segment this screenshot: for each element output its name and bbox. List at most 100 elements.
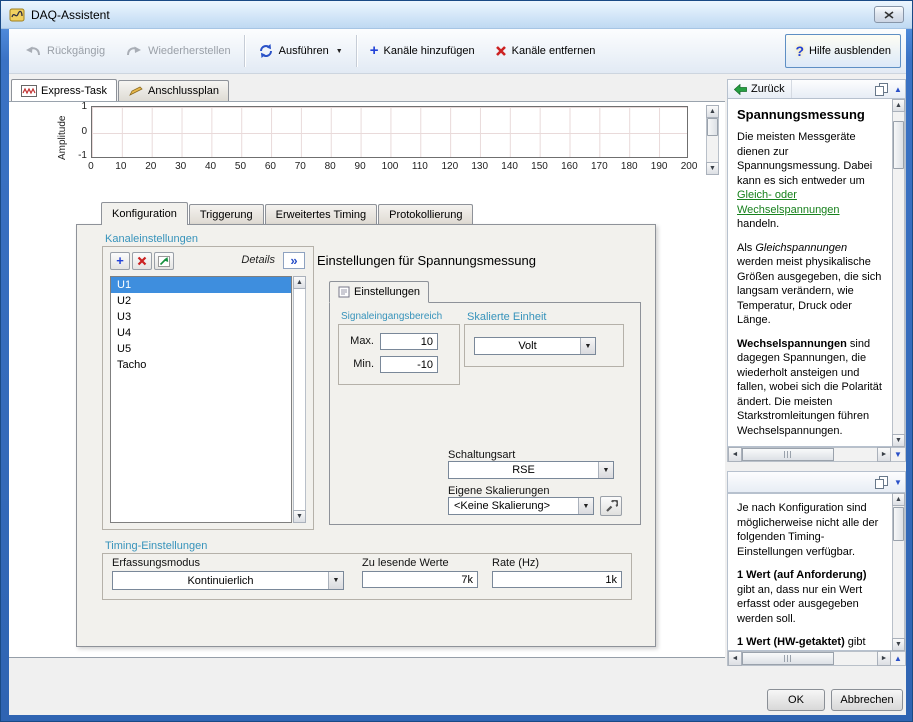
scroll-down-button[interactable]: ▼ xyxy=(706,162,719,175)
tab-konfiguration[interactable]: Konfiguration xyxy=(101,202,188,225)
chart-x-tick: 90 xyxy=(354,161,366,172)
tab-anschlussplan-label: Anschlussplan xyxy=(148,85,219,97)
scroll-thumb[interactable] xyxy=(893,121,904,169)
help-text: werden meist physikalische Größen ausgeg… xyxy=(737,256,882,327)
help-paragraph: Wechselspannungen sind dagegen Spannunge… xyxy=(737,337,883,439)
max-input[interactable] xyxy=(380,333,438,350)
chart-x-tick: 180 xyxy=(620,161,638,172)
terminal-config-label: Schaltungsart xyxy=(448,449,516,461)
help-copy-button[interactable] xyxy=(871,80,891,98)
scroll-thumb[interactable] xyxy=(742,448,834,461)
help2-collapse-up-button[interactable]: ▲ xyxy=(891,652,905,665)
run-button[interactable]: Ausführen ▼ xyxy=(248,34,353,68)
run-dropdown-caret[interactable]: ▼ xyxy=(336,48,343,55)
scroll-right-button[interactable]: ► xyxy=(877,447,891,462)
chart-x-tick: 130 xyxy=(471,161,489,172)
channel-list-item[interactable]: U1 xyxy=(111,277,291,293)
rate-input[interactable] xyxy=(492,571,622,588)
chevron-down-icon[interactable]: ▼ xyxy=(578,498,593,514)
tab-erweitertes-timing[interactable]: Erweitertes Timing xyxy=(264,204,378,225)
run-icon xyxy=(259,44,272,58)
help-collapse-up-button[interactable]: ▲ xyxy=(891,85,905,94)
ok-label: OK xyxy=(788,694,804,706)
undo-button[interactable]: Rückgängig xyxy=(14,34,115,68)
ok-button[interactable]: OK xyxy=(767,689,825,711)
help-collapse-down-button[interactable]: ▼ xyxy=(891,448,905,461)
terminal-config-dropdown[interactable]: RSE ▼ xyxy=(448,461,614,479)
help-text: 1 Wert (HW-getaktet) xyxy=(737,636,845,649)
remove-channels-label: Kanäle entfernen xyxy=(511,45,596,57)
chart-x-tick: 140 xyxy=(501,161,518,172)
help2-collapse-button[interactable]: ▼ xyxy=(891,478,905,487)
scroll-thumb[interactable] xyxy=(893,507,904,541)
tab-einstellungen-label: Einstellungen xyxy=(354,286,421,298)
daq-assistant-window: DAQ-Assistent Rückgängig Wiederherstelle… xyxy=(0,0,913,722)
chevron-down-icon[interactable]: ▼ xyxy=(580,338,595,354)
channel-list-item[interactable]: Tacho xyxy=(111,357,291,373)
channel-list-item[interactable]: U2 xyxy=(111,293,291,309)
titlebar[interactable]: DAQ-Assistent xyxy=(1,1,912,29)
channel-list: U1 U2 U3 U4 U5 Tacho xyxy=(110,276,292,523)
help-text: 1 Wert (auf Anforderung) xyxy=(737,569,867,582)
chevron-down-icon[interactable]: ▼ xyxy=(328,572,343,589)
scroll-left-button[interactable]: ◄ xyxy=(728,447,742,462)
tab-protokollierung[interactable]: Protokollierung xyxy=(378,204,474,225)
min-input[interactable] xyxy=(380,356,438,373)
cancel-label: Abbrechen xyxy=(840,694,894,706)
remove-channels-button[interactable]: Kanäle entfernen xyxy=(485,34,606,68)
channel-settings-group-label: Kanaleinstellungen xyxy=(105,233,198,245)
wrench-icon xyxy=(605,499,618,512)
samples-to-read-input[interactable] xyxy=(362,571,478,588)
custom-scale-dropdown[interactable]: <Keine Skalierung> ▼ xyxy=(448,497,594,515)
scroll-down-button[interactable]: ▼ xyxy=(293,510,306,523)
scroll-thumb[interactable] xyxy=(707,118,718,136)
channel-list-item[interactable]: U4 xyxy=(111,325,291,341)
scroll-track xyxy=(834,448,877,461)
redo-label: Wiederherstellen xyxy=(148,45,231,57)
toolbar-separator xyxy=(355,35,357,67)
channel-add-button[interactable]: + xyxy=(110,252,130,270)
help2-copy-button[interactable] xyxy=(871,472,891,492)
tab-einstellungen[interactable]: Einstellungen xyxy=(329,281,430,303)
scroll-right-button[interactable]: ► xyxy=(877,651,891,666)
help-link-gleichspannung[interactable]: Gleich- oder xyxy=(737,189,797,201)
acquisition-mode-dropdown[interactable]: Kontinuierlich ▼ xyxy=(112,571,344,590)
channel-exchange-button[interactable] xyxy=(154,252,174,270)
tab-triggerung[interactable]: Triggerung xyxy=(188,204,264,225)
close-button[interactable] xyxy=(874,6,904,23)
channel-list-item[interactable]: U3 xyxy=(111,309,291,325)
help-link-wechselspannung[interactable]: Wechselspannungen xyxy=(737,204,840,216)
edit-scale-button[interactable] xyxy=(600,496,622,516)
chart-x-tick: 190 xyxy=(650,161,668,172)
redo-button[interactable]: Wiederherstellen xyxy=(115,34,241,68)
chart-x-tick: 150 xyxy=(531,161,548,172)
add-channels-button[interactable]: + Kanäle hinzufügen xyxy=(360,34,485,68)
scroll-down-button[interactable]: ▼ xyxy=(892,434,905,447)
details-expand-button[interactable]: » xyxy=(283,252,305,269)
scroll-down-button[interactable]: ▼ xyxy=(892,638,905,651)
chart-x-tick: 0 xyxy=(88,161,94,172)
pencil-icon xyxy=(129,86,143,96)
channel-settings-group: Kanaleinstellungen + Details » U1 U2 U3 xyxy=(102,233,314,530)
samples-to-read-label: Zu lesende Werte xyxy=(362,557,449,569)
chevron-down-icon[interactable]: ▼ xyxy=(598,462,613,478)
add-icon: + xyxy=(369,42,379,59)
hide-help-button[interactable]: ? Hilfe ausblenden xyxy=(785,34,901,68)
undo-label: Rückgängig xyxy=(47,45,106,57)
channel-delete-button[interactable] xyxy=(132,252,152,270)
channel-list-item[interactable]: U5 xyxy=(111,341,291,357)
custom-scale-value: <Keine Skalierung> xyxy=(454,500,551,512)
pages-icon xyxy=(874,82,888,96)
tab-anschlussplan[interactable]: Anschlussplan xyxy=(118,80,229,101)
tab-express-task[interactable]: Express-Task xyxy=(11,79,118,101)
config-panel: Kanaleinstellungen + Details » U1 U2 U3 xyxy=(76,224,656,647)
scroll-thumb[interactable] xyxy=(742,652,834,665)
help-back-label: Zurück xyxy=(751,83,785,95)
chart-x-tick: 20 xyxy=(145,161,157,172)
tab-express-task-label: Express-Task xyxy=(41,84,108,97)
help-back-button[interactable]: Zurück xyxy=(728,80,792,98)
cancel-button[interactable]: Abbrechen xyxy=(831,689,903,711)
unit-dropdown[interactable]: Volt ▼ xyxy=(474,337,596,355)
add-channels-label: Kanäle hinzufügen xyxy=(383,45,475,57)
scroll-left-button[interactable]: ◄ xyxy=(728,651,742,666)
